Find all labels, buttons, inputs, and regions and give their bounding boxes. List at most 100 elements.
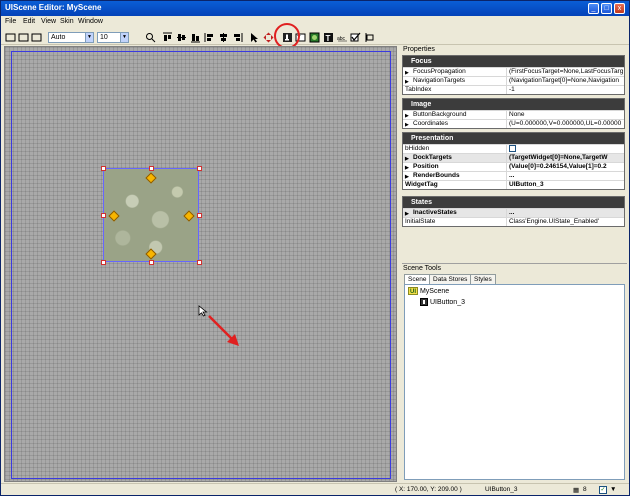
tree-node-child[interactable]: UIButton_3 — [420, 298, 465, 306]
properties-title: Properties — [403, 46, 435, 53]
property-name: FocusPropagation — [413, 68, 466, 75]
scene-tools-title: Scene Tools — [403, 265, 442, 272]
align-left-icon[interactable] — [204, 32, 215, 43]
align-center-icon[interactable] — [218, 32, 229, 43]
zoom-mode-select[interactable]: Auto ▼ — [48, 32, 94, 43]
property-name: TabIndex — [405, 86, 432, 93]
chevron-down-icon: ▼ — [85, 33, 93, 42]
property-value[interactable]: ... — [506, 172, 624, 180]
window-title: UIScene Editor: MyScene — [5, 3, 102, 12]
zoom-icon[interactable] — [145, 32, 156, 43]
grid-size-input[interactable]: 10 ▼ — [97, 32, 129, 43]
scene-canvas[interactable] — [4, 46, 397, 482]
resize-handle-bottom-left[interactable] — [101, 260, 106, 265]
property-value[interactable]: (FirstFocusTarget=None,LastFocusTarg — [506, 68, 624, 76]
property-value[interactable]: (NavigationTarget[0]=None,Navigation — [506, 77, 624, 85]
resize-handle-bottom[interactable] — [149, 260, 154, 265]
resize-handle-bottom-right[interactable] — [197, 260, 202, 265]
align-middle-icon[interactable] — [176, 32, 187, 43]
toolbar: Auto ▼ 10 ▼ T T abc — [1, 30, 629, 45]
button-widget-icon — [420, 298, 428, 306]
select-cursor-icon[interactable] — [249, 32, 260, 43]
title-bar[interactable]: UIScene Editor: MyScene _ □ x — [1, 1, 629, 16]
grid-snap-icon[interactable]: ▦ — [573, 486, 579, 494]
property-row[interactable]: ▶ RenderBounds... — [403, 171, 624, 180]
image-widget-tool-icon[interactable] — [309, 32, 320, 43]
tree-node-root[interactable]: UI MyScene — [408, 287, 449, 295]
property-name: DockTargets — [413, 154, 452, 161]
group-focus: Focus ▶ FocusPropagation (FirstFocusTarget… — [402, 55, 625, 95]
property-value[interactable]: ... — [506, 209, 624, 217]
group-header[interactable]: Presentation — [403, 133, 624, 144]
menu-window[interactable]: Window — [78, 18, 103, 25]
property-row[interactable]: ▶ Coordinates (U=0.000000,V=0.000000,UL=0.… — [403, 119, 624, 128]
progressbar-widget-tool-icon[interactable] — [364, 32, 375, 43]
group-states: States ▶ InactiveStates... InitialState Cl… — [402, 196, 625, 227]
red-arrow-icon — [208, 315, 239, 346]
chevron-down-icon[interactable]: ▼ — [610, 486, 616, 493]
tab-styles[interactable]: Styles — [470, 274, 496, 284]
tree-node-label: MyScene — [419, 287, 450, 295]
zoom-mode-value: Auto — [51, 34, 66, 41]
snap-checkbox[interactable]: ✓ — [599, 486, 607, 494]
property-value[interactable]: -1 — [506, 86, 624, 94]
bhidden-checkbox[interactable] — [509, 145, 516, 152]
group-header[interactable]: States — [403, 197, 624, 208]
layout-single-icon[interactable] — [5, 32, 16, 43]
tree-node-label: UIButton_3 — [429, 298, 465, 306]
property-row[interactable]: ▶ DockTargets (TargetWidget[0]=None,Target… — [403, 153, 624, 162]
resize-handle-right[interactable] — [197, 213, 202, 218]
layout-split-icon[interactable] — [18, 32, 29, 43]
property-value[interactable]: None — [506, 111, 624, 119]
close-button[interactable]: x — [614, 3, 625, 14]
menu-view[interactable]: View — [41, 18, 56, 25]
scene-bounds-frame — [11, 51, 391, 479]
text-widget-tool-icon[interactable]: T — [323, 32, 334, 43]
tab-data-stores[interactable]: Data Stores — [429, 274, 472, 284]
property-row[interactable]: bHidden — [403, 144, 624, 155]
property-name: bHidden — [405, 145, 430, 152]
selected-widget-name: UIButton_3 — [485, 486, 518, 493]
resize-handle-top-right[interactable] — [197, 166, 202, 171]
layout-wide-icon[interactable] — [31, 32, 42, 43]
property-value[interactable]: UIButton_3 — [506, 181, 624, 189]
property-row[interactable]: ▶ Position (Value[0]=0.246154,Value[1]=0.2 — [403, 162, 624, 171]
menu-bar: File Edit View Skin Window — [1, 16, 629, 29]
property-name: WidgetTag — [405, 181, 438, 188]
editbox-widget-tool-icon[interactable]: abc — [337, 32, 348, 43]
property-row[interactable]: ▶ InactiveStates... — [403, 208, 624, 217]
property-value[interactable]: (TargetWidget[0]=None,TargetW — [506, 154, 624, 162]
property-name: NavigationTargets — [413, 77, 466, 84]
scene-tools-panel: Scene Tools Scene Data Stores Styles UI … — [402, 263, 627, 482]
property-value[interactable]: Class'Engine.UIState_Enabled' — [506, 218, 624, 226]
align-bottom-icon[interactable] — [190, 32, 201, 43]
property-row[interactable]: ▶ FocusPropagation (FirstFocusTarget=None,… — [403, 67, 624, 76]
property-row[interactable]: TabIndex -1 — [403, 85, 624, 94]
property-value[interactable]: (Value[0]=0.246154,Value[1]=0.2 — [506, 163, 624, 171]
property-value[interactable]: (U=0.000000,V=0.000000,UL=0.00000 — [506, 120, 624, 128]
property-name: Coordinates — [413, 120, 449, 127]
resize-handle-left[interactable] — [101, 213, 106, 218]
cursor-coordinates: ( X: 170.00, Y: 209.00 ) — [395, 486, 462, 493]
align-right-icon[interactable] — [232, 32, 243, 43]
menu-edit[interactable]: Edit — [23, 18, 35, 25]
property-row[interactable]: InitialState Class'Engine.UIState_Enabled… — [403, 217, 624, 226]
chevron-down-icon: ▼ — [120, 33, 128, 42]
move-tool-icon[interactable] — [263, 32, 274, 43]
maximize-button[interactable]: □ — [601, 3, 612, 14]
checkbox-widget-tool-icon[interactable] — [350, 32, 361, 43]
group-header[interactable]: Focus — [403, 56, 624, 67]
right-panel: Properties Focus ▶ FocusPropagation (First… — [401, 46, 629, 482]
minimize-button[interactable]: _ — [588, 3, 599, 14]
resize-handle-top[interactable] — [149, 166, 154, 171]
group-image: Image ▶ ButtonBackground None ▶ Coordinates… — [402, 98, 625, 129]
scene-tree: UI MyScene UIButton_3 — [404, 284, 625, 480]
group-header[interactable]: Image — [403, 99, 624, 110]
menu-skin[interactable]: Skin — [60, 18, 74, 25]
resize-handle-top-left[interactable] — [101, 166, 106, 171]
menu-file[interactable]: File — [5, 18, 16, 25]
property-row[interactable]: ▶ NavigationTargets (NavigationTarget[0]=N… — [403, 76, 624, 85]
align-top-icon[interactable] — [162, 32, 173, 43]
property-row[interactable]: ▶ ButtonBackground None — [403, 110, 624, 119]
property-row[interactable]: WidgetTag UIButton_3 — [403, 180, 624, 189]
